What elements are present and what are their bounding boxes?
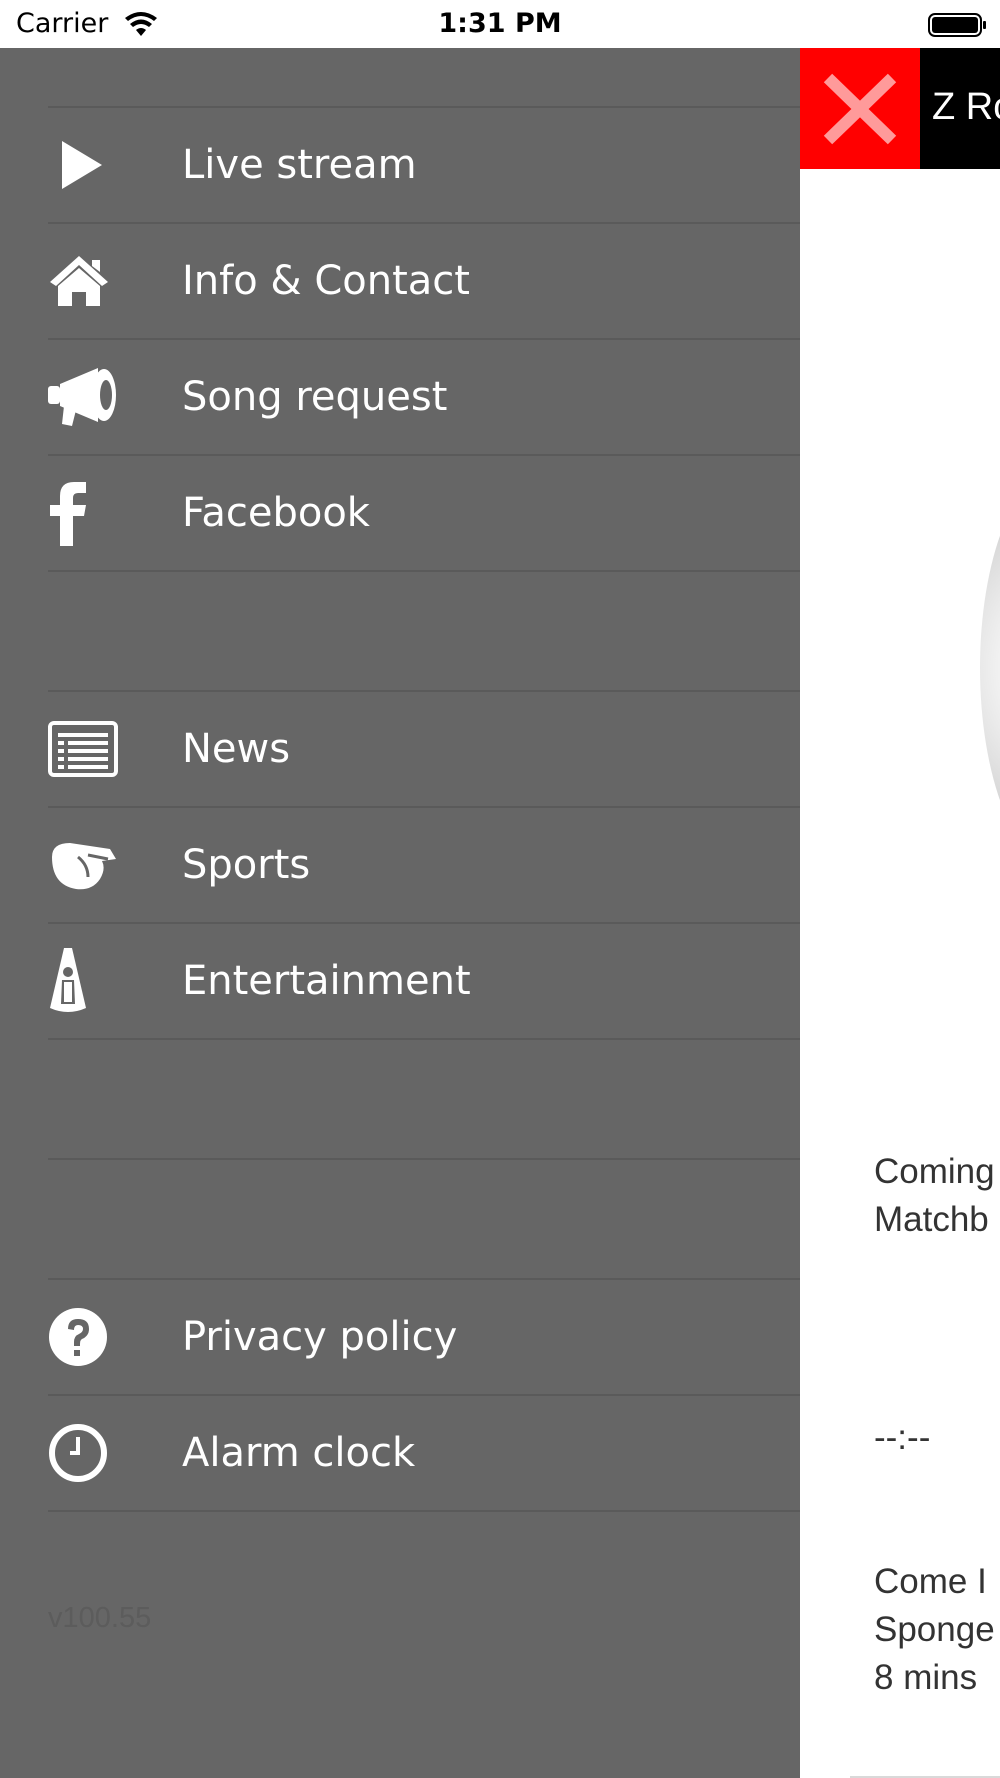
megaphone-icon (48, 340, 120, 454)
menu-item-privacy-policy[interactable]: Privacy policy (48, 1278, 800, 1394)
close-button[interactable] (800, 48, 920, 169)
menu-item-alarm-clock[interactable]: Alarm clock (48, 1394, 800, 1510)
time-placeholder: --:-- (874, 1418, 931, 1457)
previous-song-artist: Sponge (874, 1610, 995, 1649)
menu-item-info-contact[interactable]: Info & Contact (48, 222, 800, 338)
coming-up-line: Coming (874, 1152, 995, 1191)
menu-item-label: Facebook (182, 490, 370, 536)
menu-item-label: News (182, 726, 291, 772)
menu-separator (48, 1510, 800, 1512)
version-label: v100.55 (48, 1602, 152, 1634)
facebook-icon (48, 456, 120, 570)
menu-item-label: Sports (182, 842, 311, 888)
menu-item-label: Privacy policy (182, 1314, 458, 1360)
menu-separator (48, 1158, 800, 1160)
menu-item-sports[interactable]: Sports (48, 806, 800, 922)
previous-song-time: 8 mins (874, 1658, 978, 1697)
previous-song-title: Come I (874, 1562, 987, 1601)
status-time: 1:31 PM (438, 8, 562, 39)
menu-item-label: Entertainment (182, 958, 471, 1004)
play-icon (48, 108, 120, 222)
menu-item-label: Live stream (182, 142, 417, 188)
menu-item-label: Song request (182, 374, 448, 420)
menu-item-live-stream[interactable]: Live stream (48, 106, 800, 222)
clock-icon (48, 1396, 120, 1510)
menu-item-news[interactable]: News (48, 690, 800, 806)
coming-up-artist: Matchb (874, 1200, 989, 1239)
album-art (980, 468, 1000, 868)
station-title: Z Ro (932, 86, 1000, 128)
news-icon (48, 692, 120, 806)
menu-separator (48, 1038, 800, 1040)
station-title-bar: Z Ro (920, 48, 1000, 169)
menu-item-label: Info & Contact (182, 258, 470, 304)
menu-item-song-request[interactable]: Song request (48, 338, 800, 454)
home-icon (48, 224, 120, 338)
whistle-icon (48, 808, 120, 922)
side-drawer: Live stream Info & Contact Song request (0, 48, 800, 1778)
question-icon (48, 1280, 120, 1394)
status-bar: Carrier 1:31 PM (0, 0, 1000, 48)
main-content: Z Ro Coming Matchb --:-- Come I Sponge 8… (800, 48, 1000, 1778)
menu-separator (48, 570, 800, 572)
menu-item-entertainment[interactable]: Entertainment (48, 922, 800, 1038)
menu-item-facebook[interactable]: Facebook (48, 454, 800, 570)
spotlight-icon (48, 924, 120, 1038)
close-icon (823, 73, 897, 145)
battery-icon (928, 12, 988, 42)
menu-item-label: Alarm clock (182, 1430, 416, 1476)
